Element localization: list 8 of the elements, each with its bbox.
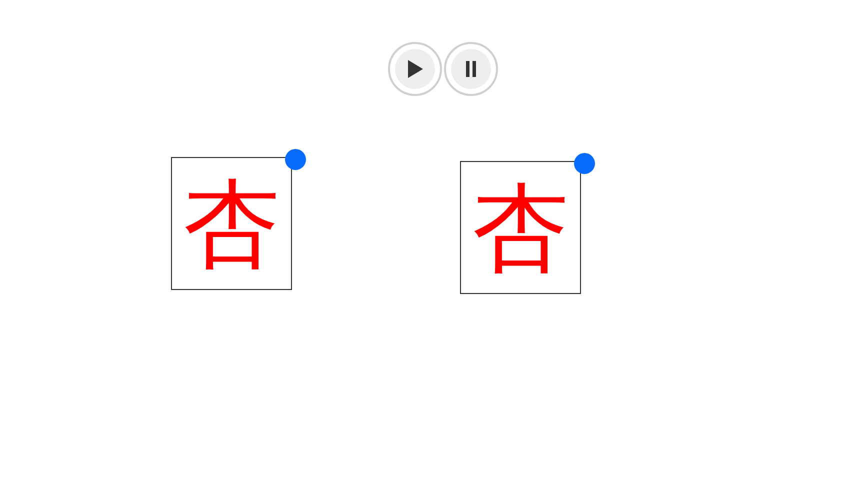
pause-button[interactable] [444,42,498,96]
corner-handle[interactable] [285,149,306,170]
corner-handle[interactable] [574,153,595,174]
character: 杏 [184,176,280,272]
play-icon [407,60,423,78]
play-button[interactable] [388,42,442,96]
pause-icon [465,61,477,77]
character: 杏 [472,180,568,276]
